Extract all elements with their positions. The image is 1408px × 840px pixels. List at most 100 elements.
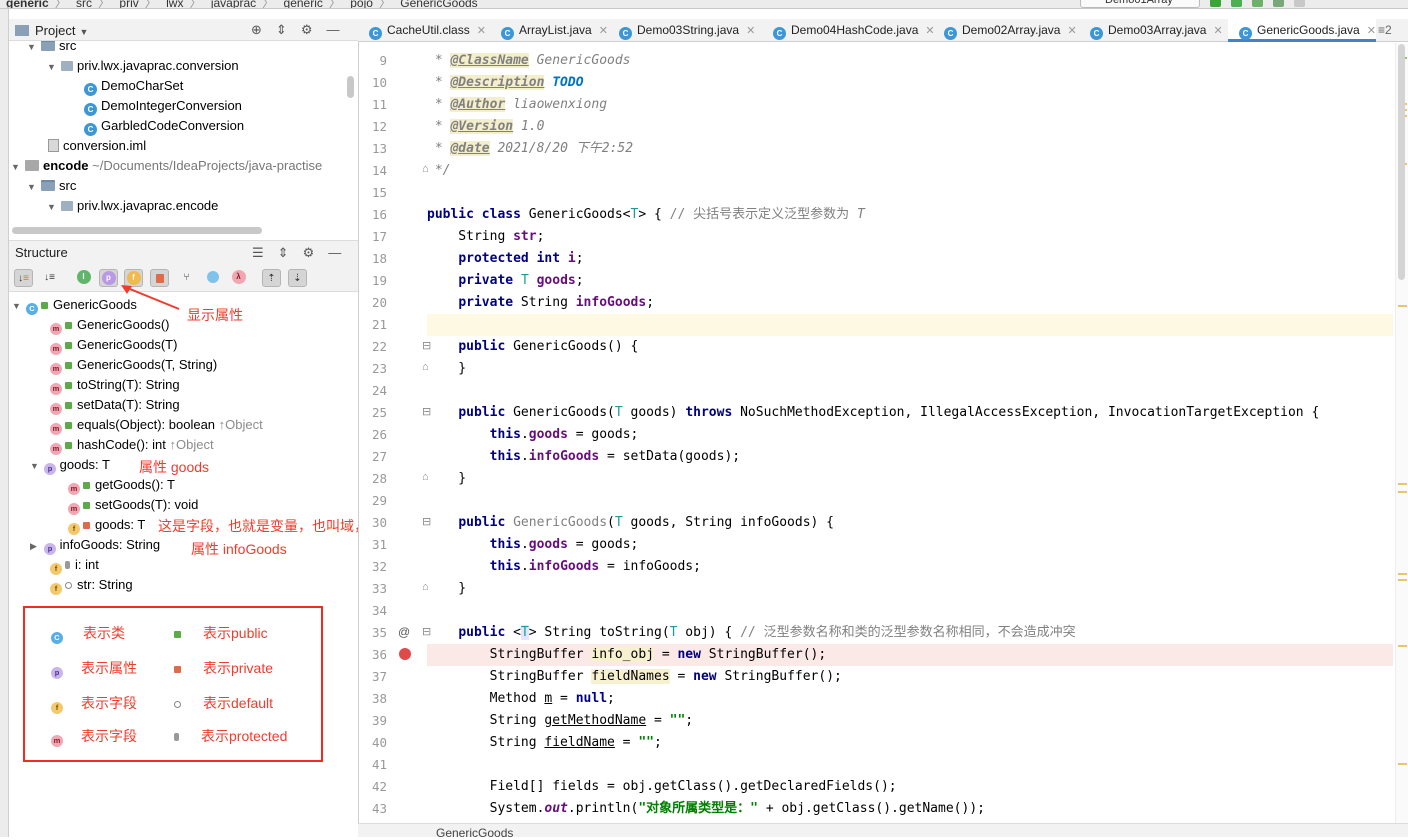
structure-item[interactable]: f i: int (50, 555, 99, 575)
coverage-icon[interactable] (1252, 0, 1263, 7)
vertical-scrollbar[interactable] (347, 76, 354, 98)
editor-scroll-thumb[interactable] (1398, 44, 1405, 280)
tree-item[interactable]: ▼ src (27, 176, 76, 196)
structure-item-label: i: int (75, 557, 99, 572)
show-inherited-button[interactable]: I (74, 269, 93, 287)
breadcrumb-item[interactable]: priv (119, 0, 138, 8)
profile-icon[interactable] (1273, 0, 1284, 7)
warning-marker[interactable] (1398, 305, 1407, 307)
collapse-all-icon[interactable]: ⇕ (278, 245, 289, 261)
warning-marker[interactable] (1398, 645, 1407, 647)
editor-breadcrumb[interactable]: GenericGoods (436, 826, 513, 840)
run-configuration-select[interactable]: Demo01Array (1080, 0, 1200, 8)
tab-demo03array[interactable]: C Demo03Array.java ✕ (1079, 19, 1223, 42)
structure-item[interactable]: m GenericGoods(T, String) (50, 355, 217, 375)
line-number: 38 (371, 691, 387, 706)
gear-icon[interactable]: ⚙ (303, 245, 315, 261)
warning-marker[interactable] (1398, 573, 1407, 575)
horizontal-scrollbar[interactable] (12, 227, 262, 234)
sort-alphabetically-button[interactable]: ↓≡ (40, 269, 59, 287)
breadcrumb-item[interactable]: src (76, 0, 92, 8)
structure-item[interactable]: m getGoods(): T (68, 475, 175, 495)
structure-item[interactable]: m hashCode(): int ↑Object (50, 435, 214, 455)
structure-item[interactable]: m GenericGoods(T) (50, 335, 177, 355)
chevron-down-icon[interactable]: ▼ (30, 456, 44, 476)
hide-icon[interactable]: — (328, 245, 341, 261)
tree-item[interactable]: ▼ src (27, 41, 76, 56)
gear-icon[interactable]: ⚙ (301, 22, 313, 38)
breadcrumb-item[interactable]: pojo (350, 0, 373, 8)
sort-by-visibility-button[interactable]: ↓≡ (14, 269, 33, 287)
breadcrumb-item[interactable]: javaprac (211, 0, 256, 8)
tab-genericgoods[interactable]: C GenericGoods.java ✕ (1228, 19, 1376, 42)
tab-demo03string[interactable]: C Demo03String.java ✕ (608, 19, 755, 42)
chevron-down-icon[interactable]: ▼ (27, 41, 41, 57)
tree-item[interactable]: ▼ priv.lwx.javaprac.encode (47, 196, 218, 216)
collapse-icon[interactable]: ⇕ (276, 22, 287, 38)
stop-icon[interactable] (1294, 0, 1305, 7)
structure-item[interactable]: m GenericGoods() (50, 315, 169, 335)
tab-label: GenericGoods.java (1257, 23, 1360, 37)
structure-item[interactable]: ▼ p goods: T (30, 455, 110, 475)
tree-item[interactable]: C GarbledCodeConversion (84, 116, 244, 136)
code-editor[interactable]: * @ClassName GenericGoods * @Description… (427, 43, 1393, 823)
close-icon[interactable]: ✕ (1213, 25, 1222, 37)
tree-item-label: src (59, 178, 77, 193)
breadcrumb-item[interactable]: generic (284, 0, 323, 8)
debug-icon[interactable] (1231, 0, 1242, 7)
breadcrumb-item[interactable]: GenericGoods (400, 0, 477, 8)
tab-arraylist[interactable]: C ArrayList.java ✕ (490, 19, 608, 42)
structure-item[interactable]: m setData(T): String (50, 395, 180, 415)
chevron-down-icon[interactable]: ▼ (47, 57, 61, 77)
warning-marker[interactable] (1398, 579, 1407, 581)
tab-overflow-button[interactable]: ≡2 (1370, 19, 1392, 42)
tab-demo02array[interactable]: C Demo02Array.java ✕ (933, 19, 1077, 42)
warning-marker[interactable] (1398, 763, 1407, 765)
breadcrumb-item[interactable]: lwx (166, 0, 183, 8)
code-comment: // 尖括号表示定义泛型参数为 (669, 207, 850, 222)
structure-item[interactable]: f str: String (50, 575, 133, 595)
autoscroll-from-source-button[interactable]: ⇣ (288, 269, 307, 287)
chevron-down-icon[interactable]: ▼ (12, 296, 26, 316)
tree-item[interactable]: C DemoCharSet (84, 76, 183, 96)
locate-icon[interactable]: ⊕ (251, 22, 262, 38)
line-number: 31 (371, 537, 387, 552)
javadoc-value: 2021/8/20 下午2:52 (497, 141, 634, 156)
tree-item[interactable]: C DemoIntegerConversion (84, 96, 242, 116)
structure-item[interactable]: m setGoods(T): void (68, 495, 198, 515)
warning-marker[interactable] (1398, 483, 1407, 485)
project-panel-title[interactable]: Project ▼ (15, 23, 88, 38)
chevron-down-icon[interactable]: ▼ (47, 197, 61, 217)
structure-item[interactable]: ▶ p infoGoods: String (30, 535, 160, 555)
tree-item[interactable]: conversion.iml (48, 136, 146, 156)
show-anonymous-button[interactable] (203, 269, 222, 287)
chevron-right-icon[interactable]: ▶ (30, 536, 44, 556)
expand-all-icon[interactable]: ☰ (252, 245, 264, 261)
structure-item[interactable]: m toString(T): String (50, 375, 180, 395)
chevron-down-icon[interactable]: ▼ (79, 27, 88, 37)
close-icon[interactable]: ✕ (746, 25, 755, 37)
breadcrumb-item[interactable]: generic (6, 0, 49, 8)
current-line (427, 314, 1393, 336)
tree-item[interactable]: ▼ encode ~/Documents/IdeaProjects/java-pr… (11, 156, 322, 176)
close-icon[interactable]: ✕ (1067, 25, 1076, 37)
structure-item[interactable]: f goods: T (68, 515, 145, 535)
close-icon[interactable]: ✕ (477, 25, 486, 37)
hide-icon[interactable]: — (326, 22, 339, 38)
show-lambdas-button[interactable]: λ (229, 269, 248, 287)
tab-demo04hashcode[interactable]: C Demo04HashCode.java ✕ (762, 19, 935, 42)
warning-marker[interactable] (1398, 491, 1407, 493)
breakpoint-icon[interactable] (399, 648, 411, 660)
show-properties-button[interactable]: p (99, 269, 118, 287)
close-icon[interactable]: ✕ (599, 25, 608, 37)
tree-item[interactable]: ▼ priv.lwx.javaprac.conversion (47, 56, 239, 76)
tab-cacheutil[interactable]: C CacheUtil.class ✕ (358, 19, 486, 42)
structure-item[interactable]: m equals(Object): boolean ↑Object (50, 415, 263, 435)
chevron-down-icon[interactable]: ▼ (11, 157, 25, 177)
method-icon: m (50, 383, 62, 395)
override-icon[interactable]: @ (398, 625, 410, 639)
autoscroll-to-source-button[interactable]: ⇡ (262, 269, 281, 287)
chevron-down-icon[interactable]: ▼ (27, 177, 41, 197)
structure-tree: ▼ C GenericGoods m GenericGoods() m GenericG… (9, 294, 358, 604)
run-icon[interactable] (1210, 0, 1221, 7)
